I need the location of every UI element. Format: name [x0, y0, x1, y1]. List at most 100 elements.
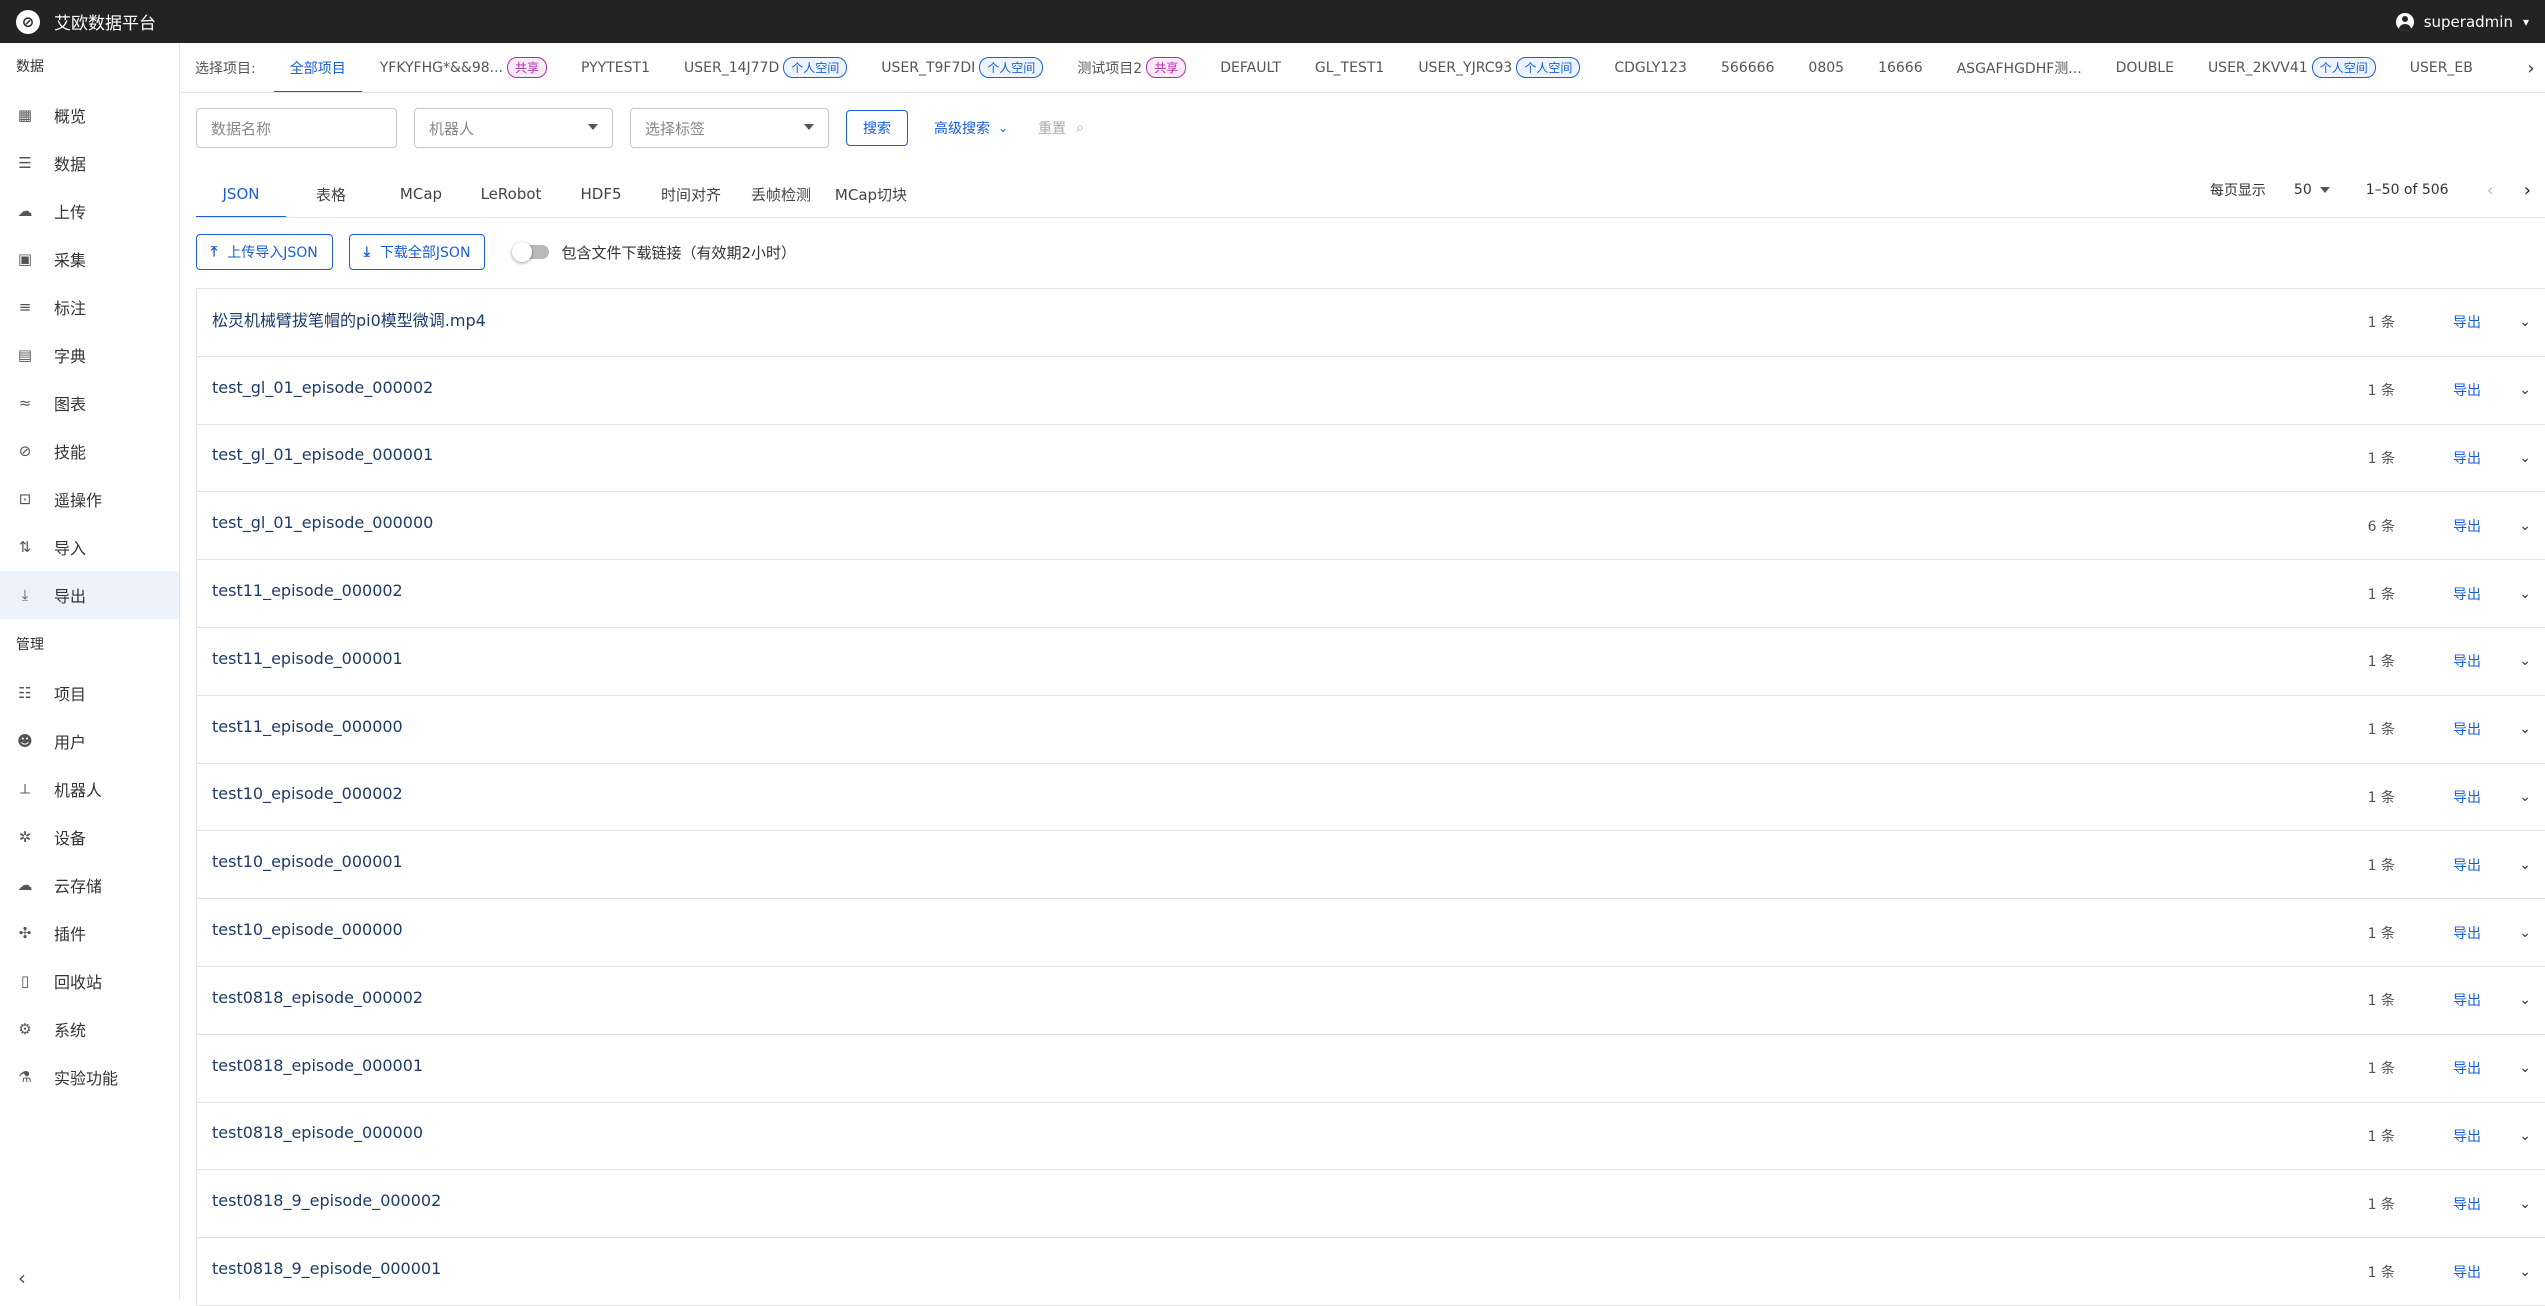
export-button[interactable]: 导出 [2453, 651, 2481, 671]
scroll-right-icon[interactable]: › [2517, 43, 2545, 92]
list-item[interactable]: test0818_9_episode_000001 1 条 导出 ⌄ [196, 1238, 2545, 1306]
sidebar-item-list[interactable]: ☰ 数据 [0, 139, 179, 187]
expand-chevron-icon[interactable]: ⌄ [2519, 1128, 2531, 1144]
item-name[interactable]: test_gl_01_episode_000000 [212, 513, 433, 532]
project-tab[interactable]: CDGLY123 [1614, 43, 1687, 92]
export-button[interactable]: 导出 [2453, 719, 2481, 739]
project-tab[interactable]: 566666 [1721, 43, 1774, 92]
project-tab[interactable]: DOUBLE [2116, 43, 2174, 92]
previous-page-icon[interactable]: ‹ [2487, 180, 2494, 201]
sidebar-item-annotation[interactable]: ≡ 标注 [0, 283, 179, 331]
sidebar-item-plugin[interactable]: ✣ 插件 [0, 909, 179, 957]
list-item[interactable]: test0818_episode_000002 1 条 导出 ⌄ [196, 966, 2545, 1035]
sidebar-item-video[interactable]: ▣ 采集 [0, 235, 179, 283]
expand-chevron-icon[interactable]: ⌄ [2519, 992, 2531, 1008]
item-name[interactable]: test10_episode_000001 [212, 852, 403, 871]
sidebar-item-chart[interactable]: ≈ 图表 [0, 379, 179, 427]
item-name[interactable]: test_gl_01_episode_000001 [212, 445, 433, 464]
item-name[interactable]: test10_episode_000002 [212, 784, 403, 803]
item-name[interactable]: test0818_episode_000001 [212, 1056, 423, 1075]
project-tab[interactable]: USER_14J77D 个人空间 [684, 43, 848, 92]
reset-button[interactable]: 重置 ⌕ [1038, 118, 1084, 138]
sidebar-item-project[interactable]: ☷ 项目 [0, 669, 179, 717]
export-button[interactable]: 导出 [2453, 516, 2481, 536]
project-tab[interactable]: GL_TEST1 [1315, 43, 1384, 92]
sidebar-item-gear[interactable]: ⚙ 系统 [0, 1005, 179, 1053]
project-tab[interactable]: 16666 [1878, 43, 1923, 92]
item-name[interactable]: test0818_episode_000002 [212, 988, 423, 1007]
item-name[interactable]: test_gl_01_episode_000002 [212, 378, 433, 397]
project-tab[interactable]: PYYTEST1 [581, 43, 650, 92]
list-item[interactable]: test11_episode_000001 1 条 导出 ⌄ [196, 627, 2545, 696]
tab-1[interactable]: 表格 [286, 170, 376, 218]
expand-chevron-icon[interactable]: ⌄ [2519, 450, 2531, 466]
tag-select[interactable]: 选择标签 [630, 108, 829, 148]
expand-chevron-icon[interactable]: ⌄ [2519, 586, 2531, 602]
sidebar-item-cloud-upload[interactable]: ☁ 上传 [0, 187, 179, 235]
robot-select[interactable]: 机器人 [414, 108, 613, 148]
list-item[interactable]: test_gl_01_episode_000002 1 条 导出 ⌄ [196, 356, 2545, 425]
project-tab[interactable]: ASGAFHGDHF测... [1957, 43, 2082, 92]
sidebar-item-dashboard[interactable]: ▦ 概览 [0, 91, 179, 139]
project-tab[interactable]: 全部项目 [273, 43, 362, 92]
next-page-icon[interactable]: › [2524, 180, 2531, 201]
sidebar-item-import[interactable]: ⇅ 导入 [0, 523, 179, 571]
export-button[interactable]: 导出 [2453, 990, 2481, 1010]
list-item[interactable]: test10_episode_000000 1 条 导出 ⌄ [196, 899, 2545, 967]
list-item[interactable]: test0818_9_episode_000002 1 条 导出 ⌄ [196, 1170, 2545, 1239]
tab-2[interactable]: MCap [376, 170, 466, 218]
expand-chevron-icon[interactable]: ⌄ [2519, 1264, 2531, 1280]
export-button[interactable]: 导出 [2453, 312, 2481, 332]
collapse-sidebar-icon[interactable]: ‹ [18, 1266, 26, 1290]
item-name[interactable]: test11_episode_000002 [212, 581, 403, 600]
item-name[interactable]: test11_episode_000001 [212, 649, 403, 668]
export-button[interactable]: 导出 [2453, 1126, 2481, 1146]
export-button[interactable]: 导出 [2453, 1262, 2481, 1282]
project-tab[interactable]: DEFAULT [1220, 43, 1281, 92]
export-button[interactable]: 导出 [2453, 1194, 2481, 1214]
list-item[interactable]: test11_episode_000002 1 条 导出 ⌄ [196, 560, 2545, 628]
list-item[interactable]: test_gl_01_episode_000000 6 条 导出 ⌄ [196, 492, 2545, 561]
tab-7[interactable]: MCap切块 [826, 170, 916, 218]
sidebar-item-book[interactable]: ▤ 字典 [0, 331, 179, 379]
expand-chevron-icon[interactable]: ⌄ [2519, 925, 2531, 941]
search-button[interactable]: 搜索 [846, 110, 908, 146]
list-item[interactable]: 松灵机械臂拔笔帽的pi0模型微调.mp4 1 条 导出 ⌄ [196, 289, 2545, 357]
sidebar-item-download[interactable]: ⤓ 导出 [0, 571, 179, 619]
sidebar-item-trash[interactable]: ▯ 回收站 [0, 957, 179, 1005]
sidebar-item-users[interactable]: ☻ 用户 [0, 717, 179, 765]
list-item[interactable]: test10_episode_000002 1 条 导出 ⌄ [196, 763, 2545, 832]
item-name[interactable]: test0818_episode_000000 [212, 1123, 423, 1142]
tab-4[interactable]: HDF5 [556, 170, 646, 218]
expand-chevron-icon[interactable]: ⌄ [2519, 653, 2531, 669]
list-item[interactable]: test_gl_01_episode_000001 1 条 导出 ⌄ [196, 424, 2545, 493]
export-button[interactable]: 导出 [2453, 380, 2481, 400]
data-name-input[interactable]: 数据名称 [196, 108, 397, 148]
project-tab[interactable]: 0805 [1808, 43, 1844, 92]
per-page-select[interactable]: 50 [2294, 182, 2330, 198]
item-name[interactable]: test11_episode_000000 [212, 717, 403, 736]
expand-chevron-icon[interactable]: ⌄ [2519, 857, 2531, 873]
tab-3[interactable]: LeRobot [466, 170, 556, 218]
sidebar-item-skill[interactable]: ⊘ 技能 [0, 427, 179, 475]
expand-chevron-icon[interactable]: ⌄ [2519, 382, 2531, 398]
expand-chevron-icon[interactable]: ⌄ [2519, 1196, 2531, 1212]
list-item[interactable]: test0818_episode_000001 1 条 导出 ⌄ [196, 1034, 2545, 1103]
include-links-toggle[interactable] [512, 242, 550, 262]
list-item[interactable]: test0818_episode_000000 1 条 导出 ⌄ [196, 1102, 2545, 1171]
export-button[interactable]: 导出 [2453, 787, 2481, 807]
export-button[interactable]: 导出 [2453, 923, 2481, 943]
project-tab[interactable]: USER_EB [2410, 43, 2473, 92]
sidebar-item-flask[interactable]: ⚗ 实验功能 [0, 1053, 179, 1101]
project-tab[interactable]: YFKYFHG*&&98... 共享 [380, 43, 547, 92]
expand-chevron-icon[interactable]: ⌄ [2519, 518, 2531, 534]
export-button[interactable]: 导出 [2453, 584, 2481, 604]
download-all-json-button[interactable]: ⤓ 下载全部JSON [348, 234, 486, 270]
expand-chevron-icon[interactable]: ⌄ [2519, 314, 2531, 330]
tab-5[interactable]: 时间对齐 [646, 170, 736, 218]
export-button[interactable]: 导出 [2453, 448, 2481, 468]
project-tab[interactable]: USER_2KVV41 个人空间 [2208, 43, 2376, 92]
tab-0[interactable]: JSON [196, 170, 286, 218]
item-name[interactable]: test0818_9_episode_000001 [212, 1259, 441, 1278]
advanced-search-button[interactable]: 高级搜索 ⌄ [934, 118, 1008, 138]
